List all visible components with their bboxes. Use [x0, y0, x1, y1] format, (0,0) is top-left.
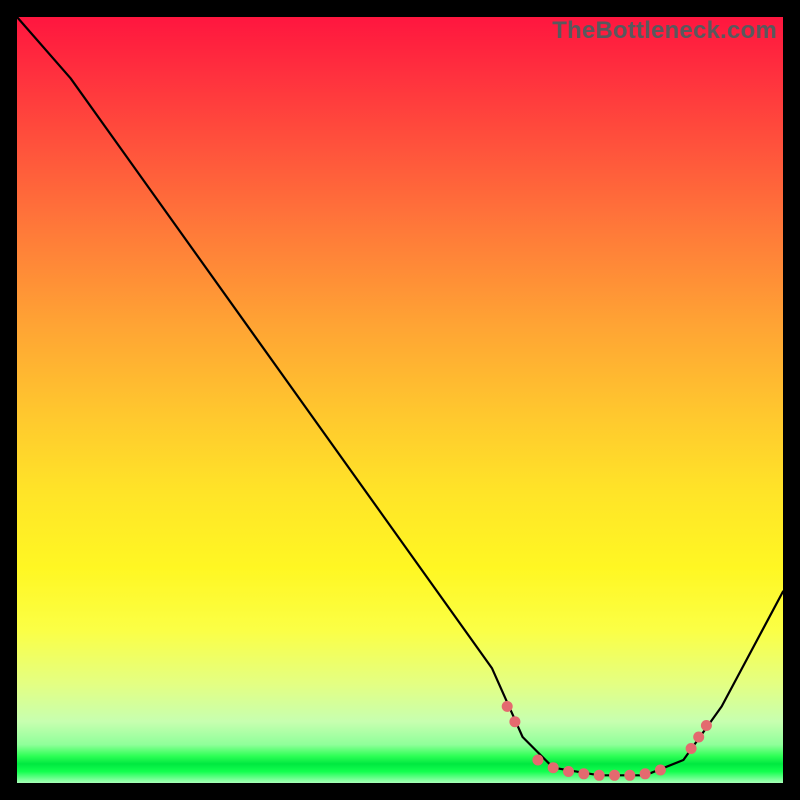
data-marker [640, 768, 651, 779]
data-marker [502, 701, 513, 712]
data-marker [693, 732, 704, 743]
plot-area: TheBottleneck.com [17, 17, 783, 783]
chart-svg [17, 17, 783, 783]
chart-frame: TheBottleneck.com [0, 0, 800, 800]
marker-group [502, 701, 712, 781]
data-marker [509, 716, 520, 727]
data-marker [624, 770, 635, 781]
data-marker [548, 762, 559, 773]
data-marker [686, 743, 697, 754]
data-marker [594, 770, 605, 781]
data-marker [655, 765, 666, 776]
data-marker [578, 768, 589, 779]
data-marker [609, 770, 620, 781]
data-marker [701, 720, 712, 731]
data-marker [563, 766, 574, 777]
series-line [17, 17, 783, 775]
data-marker [532, 755, 543, 766]
